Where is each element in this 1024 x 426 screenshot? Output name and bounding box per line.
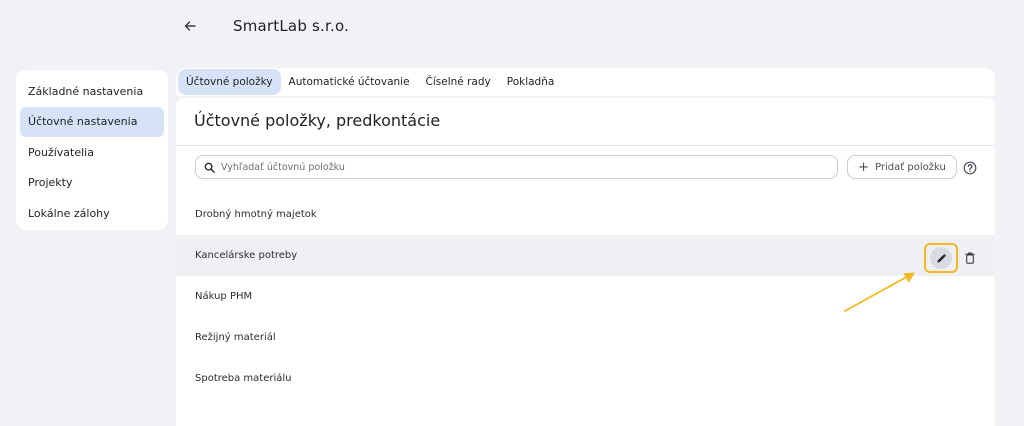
sidebar-item-label: Lokálne zálohy	[28, 206, 110, 220]
sidebar-item-label: Používatelia	[28, 145, 94, 159]
list-item[interactable]: Drobný hmotný majetok	[176, 194, 995, 235]
plus-icon: +	[858, 159, 870, 175]
top-bar: SmartLab s.r.o.	[0, 0, 1024, 56]
tab-automaticke-uctovanie[interactable]: Automatické účtovanie	[281, 69, 418, 95]
tab-ciselne-rady[interactable]: Číselné rady	[418, 69, 499, 95]
sidebar-item-label: Základné nastavenia	[28, 84, 144, 98]
list-item[interactable]: Nákup PHM	[176, 276, 995, 317]
edit-button-circle	[930, 247, 952, 269]
list-item-label: Drobný hmotný majetok	[195, 209, 317, 220]
list-item-label: Nákup PHM	[195, 291, 253, 302]
divider	[176, 145, 995, 146]
sidebar-item-zakladne-nastavenia[interactable]: Základné nastavenia	[20, 76, 164, 106]
add-item-button[interactable]: + Pridať položku	[847, 155, 957, 179]
search-box	[195, 155, 838, 179]
accounting-items-panel: Účtovné položky, predkontácie + Pridať p…	[176, 98, 995, 426]
list-item[interactable]: Kancelárske potreby	[176, 235, 995, 276]
list-item[interactable]: Spotreba materiálu	[176, 358, 995, 399]
add-item-label: Pridať položku	[875, 161, 946, 173]
sidebar-item-lokalne-zalohy[interactable]: Lokálne zálohy	[20, 198, 164, 228]
sidebar-item-projekty[interactable]: Projekty	[20, 168, 164, 198]
back-button[interactable]	[178, 14, 202, 38]
sidebar-item-label: Projekty	[28, 176, 73, 189]
list-item-label: Režijný materiál	[195, 332, 276, 343]
trash-icon	[965, 252, 975, 264]
help-button[interactable]	[963, 160, 977, 175]
list-item-label: Spotreba materiálu	[195, 373, 292, 384]
sidebar-item-pouzivatelia[interactable]: Používatelia	[20, 137, 164, 167]
settings-tabs: Účtovné položky Automatické účtovanie Čí…	[176, 68, 995, 96]
help-icon	[963, 161, 977, 175]
tab-uctovne-polozky[interactable]: Účtovné položky	[178, 69, 281, 95]
accounting-items-list: Drobný hmotný majetok Kancelárske potreb…	[176, 194, 995, 399]
delete-button[interactable]	[962, 249, 978, 267]
company-name: SmartLab s.r.o.	[233, 17, 350, 35]
search-input[interactable]	[221, 161, 821, 173]
list-item[interactable]: Režijný materiál	[176, 317, 995, 358]
pencil-icon	[936, 253, 946, 263]
list-item-label: Kancelárske potreby	[195, 250, 298, 261]
search-icon	[204, 162, 215, 173]
settings-sidebar: Základné nastavenia Účtovné nastavenia P…	[16, 70, 168, 230]
sidebar-item-label: Účtovné nastavenia	[28, 115, 138, 128]
sidebar-item-uctovne-nastavenia[interactable]: Účtovné nastavenia	[20, 106, 164, 137]
edit-button[interactable]	[924, 243, 958, 273]
row-actions	[924, 243, 978, 273]
tab-pokladna[interactable]: Pokladňa	[499, 69, 563, 95]
arrow-left-icon	[184, 21, 196, 31]
page-title: Účtovné položky, predkontácie	[194, 111, 441, 130]
